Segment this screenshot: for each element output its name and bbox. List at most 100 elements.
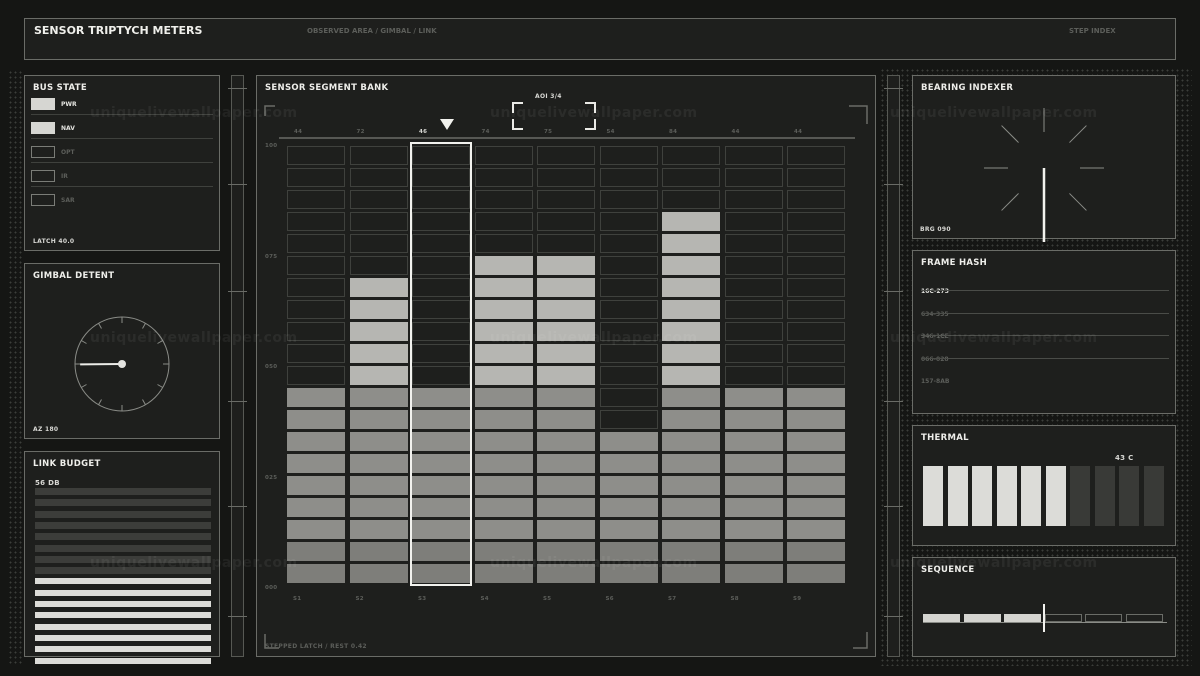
segment-cell: [349, 476, 408, 495]
segment-cell: [537, 542, 595, 561]
channel-label[interactable]: S4: [481, 596, 489, 602]
link-bar: [35, 634, 211, 641]
sequence-cursor[interactable]: [1043, 604, 1045, 632]
segment-cell: [287, 366, 345, 385]
channel-top-value: 74: [481, 129, 490, 135]
segment-cell: [662, 278, 720, 297]
link-budget-value: 56 DB: [35, 479, 60, 487]
bus-item-label: IR: [61, 173, 68, 180]
segment-cell: [287, 256, 345, 275]
segment-cell: [474, 410, 533, 429]
channel-label[interactable]: S1: [293, 596, 301, 602]
segment-cell: [724, 366, 783, 385]
hash-row[interactable]: 16C-273: [921, 278, 1169, 297]
bus-toggle[interactable]: [31, 146, 55, 158]
channel-label[interactable]: S6: [606, 596, 614, 602]
channel-label[interactable]: S2: [356, 596, 364, 602]
segment-cell: [787, 476, 845, 495]
segment-cell: [537, 520, 595, 539]
bus-toggle[interactable]: [31, 98, 55, 110]
segment-cell: [537, 388, 595, 407]
bus-toggle[interactable]: [31, 170, 55, 182]
bus-item-nav[interactable]: NAV: [31, 122, 213, 139]
selected-channel-frame[interactable]: [410, 142, 472, 586]
segment-cell: [474, 300, 533, 319]
bus-item-ir[interactable]: IR: [31, 170, 213, 187]
segment-cell: [724, 278, 783, 297]
segment-cell: [474, 542, 533, 561]
bus-item-sar[interactable]: SAR: [31, 194, 213, 208]
hash-divider: [921, 312, 1169, 314]
hash-row[interactable]: 346-1CE: [921, 323, 1169, 342]
thermal-title: THERMAL: [921, 433, 969, 443]
thermal-panel: THERMAL 43 C: [912, 425, 1176, 546]
bus-item-pwr[interactable]: PWR: [31, 98, 213, 115]
channel-label[interactable]: S7: [668, 596, 676, 602]
channel-label[interactable]: S3: [418, 596, 426, 602]
channel-top-value: 54: [606, 129, 615, 135]
segment-cell: [724, 476, 783, 495]
segment-cell: [724, 234, 783, 253]
segment-cell: [787, 542, 845, 561]
segment-cell: [662, 388, 720, 407]
left-scroll-rail[interactable]: [228, 75, 247, 657]
hash-row[interactable]: 157-8AB: [921, 368, 1169, 387]
link-bar: [35, 533, 211, 541]
segment-cell: [537, 278, 595, 297]
segment-cell: [662, 256, 720, 275]
right-scroll-rail[interactable]: [884, 75, 903, 657]
segment-cell: [287, 542, 345, 561]
channel-label[interactable]: S8: [731, 596, 739, 602]
segment-cell: [599, 212, 658, 231]
y-axis-tick: 000: [265, 585, 278, 591]
segment-cell: [287, 212, 345, 231]
segment-cell: [599, 498, 658, 517]
segment-cell: [662, 190, 720, 209]
channel-label[interactable]: S5: [543, 596, 551, 602]
hash-divider: [921, 290, 1169, 291]
segment-cell: [787, 168, 845, 187]
bus-item-label: SAR: [61, 197, 75, 204]
segment-cell: [724, 454, 783, 473]
header-bar: SENSOR TRIPTYCH METERS OBSERVED AREA / G…: [24, 18, 1176, 60]
channel-top-value: 44: [731, 129, 740, 135]
bus-item-opt[interactable]: OPT: [31, 146, 213, 163]
link-bar: [35, 488, 211, 495]
hash-row[interactable]: 066-028: [921, 346, 1169, 365]
segment-cell: [724, 498, 783, 517]
segment-cell: [349, 146, 408, 165]
segment-cell: [599, 300, 658, 319]
sequence-title: SEQUENCE: [921, 565, 975, 575]
segment-cell: [537, 190, 595, 209]
gimbal-tick: [142, 323, 146, 329]
segment-cell: [474, 344, 533, 363]
segment-cell: [349, 410, 408, 429]
segment-cell: [599, 256, 658, 275]
segment-cell: [787, 564, 845, 583]
segment-cell: [662, 322, 720, 341]
gimbal-dial[interactable]: [25, 264, 221, 440]
link-bar: [35, 601, 211, 607]
bearing-dial[interactable]: [913, 76, 1177, 246]
segment-cell: [662, 476, 720, 495]
bus-toggle[interactable]: [31, 194, 55, 206]
segment-cell: [287, 278, 345, 297]
segment-cell: [287, 168, 345, 187]
segment-cell: [287, 476, 345, 495]
segment-cell: [349, 322, 408, 341]
bearing-tick: [1069, 125, 1087, 143]
segment-cell: [787, 520, 845, 539]
selected-channel-marker: [440, 119, 454, 130]
gimbal-tick: [98, 323, 102, 329]
segment-cell: [787, 432, 845, 451]
segment-cell: [662, 520, 720, 539]
segment-cell: [724, 542, 783, 561]
gimbal-tick: [81, 384, 87, 388]
segment-cell: [474, 212, 533, 231]
thermal-bar: [1119, 466, 1139, 526]
channel-label[interactable]: S9: [793, 596, 801, 602]
segment-cell: [349, 520, 408, 539]
thermal-bar: [1045, 466, 1066, 526]
bus-toggle[interactable]: [31, 122, 55, 134]
hash-row[interactable]: 634-335: [921, 301, 1169, 320]
